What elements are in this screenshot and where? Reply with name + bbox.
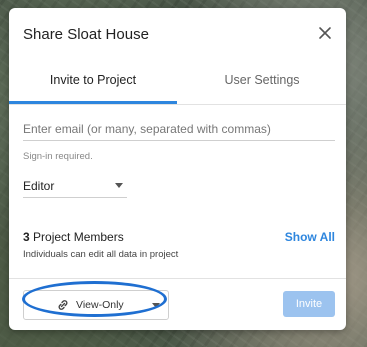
role-select-value: Editor	[23, 179, 55, 193]
footer-divider	[9, 278, 346, 279]
dialog-title: Share Sloat House	[23, 26, 149, 43]
tab-bar: Invite to Project User Settings	[9, 60, 346, 105]
sign-in-hint: Sign-in required.	[23, 151, 93, 162]
members-label: Project Members	[33, 230, 124, 244]
role-select[interactable]: Editor	[23, 175, 127, 198]
chevron-down-icon	[152, 303, 160, 308]
link-icon	[58, 300, 68, 310]
tab-invite-to-project[interactable]: Invite to Project	[9, 60, 177, 104]
members-count: 3	[23, 230, 30, 244]
project-members-heading: 3 Project Members	[23, 230, 124, 244]
email-input[interactable]	[23, 118, 335, 141]
show-all-link[interactable]: Show All	[285, 230, 335, 244]
share-dialog: Share Sloat House Invite to Project User…	[9, 8, 346, 330]
invite-button[interactable]: Invite	[283, 291, 335, 317]
chevron-down-icon	[115, 183, 123, 188]
members-description: Individuals can edit all data in project	[23, 249, 179, 260]
permission-select[interactable]: View-Only	[23, 290, 169, 320]
permission-select-value: View-Only	[76, 299, 124, 311]
close-icon[interactable]	[316, 24, 334, 42]
tab-user-settings[interactable]: User Settings	[178, 60, 346, 104]
